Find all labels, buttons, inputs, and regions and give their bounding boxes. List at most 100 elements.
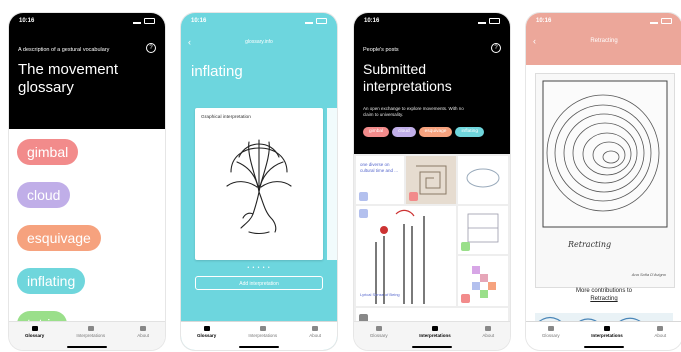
tab-interpretations[interactable]: Interpretations: [76, 326, 105, 338]
more-contributions: More contributions to Retracting: [526, 287, 681, 303]
nav-bar: ‹ Retracting: [526, 31, 681, 51]
signal-icon: [478, 18, 486, 24]
figure-icon: [259, 326, 266, 331]
battery-icon: [144, 18, 155, 24]
tab-interpretations[interactable]: Interpretations: [591, 326, 623, 338]
signal-icon: [133, 18, 141, 24]
glossary-item-esquivage[interactable]: esquivage: [17, 225, 101, 251]
chip-inflating[interactable]: inflating: [455, 127, 485, 137]
status-bar: 10:16: [9, 13, 165, 29]
badge-icon: [359, 209, 368, 218]
card-label: Graphical interpretation: [201, 115, 251, 120]
glossary-item-cloud[interactable]: cloud: [17, 182, 71, 208]
interpretation-card[interactable]: Graphical interpretation: [195, 108, 323, 260]
page-title: inflating: [191, 63, 243, 80]
grid-tile[interactable]: one diverse on cultural time and ...: [356, 156, 404, 204]
interpretations-subtitle: People's posts: [363, 47, 399, 53]
tab-about[interactable]: About: [482, 326, 494, 338]
next-card-edge: [327, 108, 337, 260]
status-time: 10:16: [191, 18, 207, 24]
phone-retracting-screen: 10:16 ‹ Retracting Retracting Ana Sofia …: [526, 13, 681, 350]
info-icon: [140, 326, 147, 331]
more-contributions-text: More contributions to: [575, 288, 633, 294]
help-icon[interactable]: ?: [491, 43, 501, 53]
help-icon[interactable]: ?: [146, 43, 156, 53]
home-indicator: [584, 346, 624, 348]
tab-about[interactable]: About: [654, 326, 666, 338]
glossary-subtitle: A description of a gestural vocabulary: [18, 47, 110, 53]
nav-bar: ‹ glossary.info: [181, 29, 337, 55]
cloud-drawing-icon: [466, 168, 500, 188]
battery-icon: [661, 18, 672, 24]
interpretation-drawing[interactable]: Retracting Ana Sofia D'Avigno: [535, 73, 675, 288]
glossary-item-inflating[interactable]: inflating: [17, 268, 86, 294]
home-indicator: [412, 346, 452, 348]
signal-icon: [650, 18, 658, 24]
info-icon: [485, 326, 492, 331]
signal-icon: [305, 18, 313, 24]
grid-tile[interactable]: [458, 206, 508, 254]
grid-tile[interactable]: [406, 156, 456, 204]
battery-icon: [316, 18, 327, 24]
page-title: Submitted interpretations: [363, 61, 452, 94]
drawing-signature-title: Retracting: [568, 240, 612, 249]
tab-about[interactable]: About: [137, 326, 149, 338]
interpretations-header: 10:16 People's posts ? Submitted interpr…: [354, 13, 510, 154]
phone-glossary-screen: 10:16 A description of a gestural vocabu…: [9, 13, 165, 350]
figure-icon: [87, 326, 94, 331]
badge-icon: [461, 242, 470, 251]
badge-icon: [409, 192, 418, 201]
badge-icon: [359, 192, 368, 201]
battery-icon: [489, 18, 500, 24]
tile-caption: Lyrical Sense of Being: [360, 292, 400, 297]
tab-interpretations[interactable]: Interpretations: [248, 326, 277, 338]
status-time: 10:16: [19, 18, 35, 24]
tab-glossary[interactable]: Glossary: [197, 326, 216, 338]
figure-icon: [603, 326, 610, 331]
chip-esquivage[interactable]: esquivage: [418, 127, 453, 137]
info-icon: [312, 326, 319, 331]
status-bar: 10:16: [526, 13, 681, 29]
grid-tile[interactable]: [458, 256, 508, 306]
interpretations-grid: one diverse on cultural time and ... Lyr…: [354, 154, 510, 326]
glossary-list: gimbal cloud esquivage inflating tetris: [9, 129, 165, 350]
book-icon: [375, 326, 382, 331]
book-icon: [203, 326, 210, 331]
back-chevron-icon[interactable]: ‹: [533, 31, 536, 51]
page-dots: • • • • •: [247, 265, 271, 271]
tab-bar: Glossary Interpretations About: [354, 321, 510, 350]
retracting-header: 10:16 ‹ Retracting: [526, 13, 681, 65]
tab-glossary[interactable]: Glossary: [370, 326, 388, 338]
tab-about[interactable]: About: [309, 326, 321, 338]
drawing-signature-author: Ana Sofia D'Avigno: [631, 272, 666, 277]
nav-title: glossary.info: [245, 39, 273, 45]
status-bar: 10:16: [354, 13, 510, 29]
interpretations-description: An open exchange to explore movements. W…: [363, 106, 464, 117]
nav-title: Retracting: [590, 38, 618, 44]
spiral-drawing-icon: [542, 80, 668, 228]
grid-tile[interactable]: [356, 206, 456, 306]
bars-drawing-icon: [375, 209, 425, 304]
status-bar: 10:16: [181, 13, 337, 29]
tab-glossary[interactable]: Glossary: [542, 326, 560, 338]
tab-interpretations[interactable]: Interpretations: [419, 326, 451, 338]
badge-icon: [461, 294, 470, 303]
more-contributions-link[interactable]: Retracting: [590, 296, 617, 302]
book-icon: [31, 326, 38, 331]
home-indicator: [67, 346, 107, 348]
glossary-item-gimbal[interactable]: gimbal: [17, 139, 79, 165]
filter-chips: gimbal cloud esquivage inflating: [363, 127, 485, 137]
add-interpretation-button[interactable]: Add interpretation: [195, 276, 323, 290]
home-indicator: [239, 346, 279, 348]
status-time: 10:16: [364, 18, 380, 24]
grid-tile[interactable]: [458, 156, 508, 204]
glossary-header: 10:16 A description of a gestural vocabu…: [9, 13, 165, 129]
tab-bar: Glossary Interpretations About: [181, 321, 337, 350]
phone-interpretations-screen: 10:16 People's posts ? Submitted interpr…: [354, 13, 510, 350]
status-time: 10:16: [536, 18, 552, 24]
tab-glossary[interactable]: Glossary: [25, 326, 44, 338]
chip-cloud[interactable]: cloud: [392, 127, 416, 137]
chip-gimbal[interactable]: gimbal: [363, 127, 390, 137]
figure-icon: [431, 326, 438, 331]
back-chevron-icon[interactable]: ‹: [188, 29, 191, 55]
